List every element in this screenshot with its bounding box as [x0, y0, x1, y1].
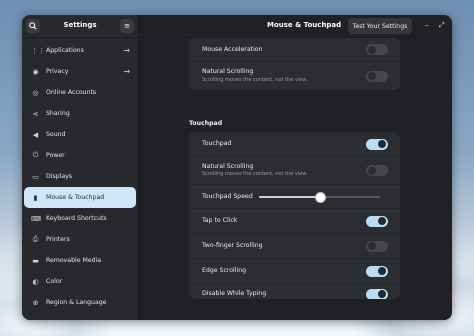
setting-label: Natural Scrolling: [202, 68, 254, 75]
setting-row-natural-scrolling: Natural Scrolling Scrolling moves the con…: [189, 62, 400, 90]
setting-label: Touchpad: [202, 140, 232, 147]
sidebar-item-displays[interactable]: ▭ Displays: [24, 166, 136, 187]
sidebar-item-label: Privacy: [46, 68, 69, 75]
sidebar-item-keyboard-shortcuts[interactable]: ⌨ Keyboard Shortcuts: [24, 208, 136, 229]
setting-label: Edge Scrolling: [202, 267, 247, 274]
sidebar-item-label: Displays: [46, 173, 73, 180]
minimize-icon[interactable]: –: [425, 21, 429, 29]
sidebar-item-label: Region & Language: [46, 299, 107, 306]
power-icon: ⏻: [32, 151, 39, 159]
settings-window: Settings ≡ ⋮⋮ Applications → ◉ Privacy → ◎ Onli…: [22, 15, 452, 320]
sidebar-item-label: Printers: [46, 236, 70, 243]
printer-icon: ⎙: [32, 235, 39, 243]
slider-handle[interactable]: [314, 191, 326, 203]
sidebar-item-online-accounts[interactable]: ◎ Online Accounts: [24, 82, 136, 103]
mouse-icon: ▮: [33, 193, 38, 202]
sidebar-header: Settings ≡: [22, 15, 138, 38]
sidebar-item-color[interactable]: ◐ Color: [24, 271, 136, 292]
setting-row-tap-to-click: Tap to Click: [189, 209, 400, 234]
toggle-switch[interactable]: [366, 44, 388, 55]
hamburger-menu-icon: ≡: [124, 22, 130, 30]
online-accounts-icon: ◎: [32, 88, 39, 97]
removable-media-icon: ▬: [32, 256, 39, 265]
sidebar-item-label: Removable Media: [46, 257, 102, 264]
setting-description: Scrolling moves the content, not the vie…: [202, 76, 308, 83]
setting-row-edge-scrolling: Edge Scrolling: [189, 259, 400, 284]
page-title: Mouse & Touchpad: [267, 21, 342, 29]
toggle-switch[interactable]: [366, 288, 388, 299]
setting-label: Disable While Typing: [202, 290, 267, 297]
touchpad-speed-slider[interactable]: [259, 191, 380, 203]
sidebar-item-power[interactable]: ⏻ Power: [24, 145, 136, 166]
sidebar-item-label: Power: [46, 152, 65, 159]
setting-label: Touchpad Speed: [202, 192, 253, 200]
arrow-right-icon: →: [123, 67, 130, 76]
sidebar-item-printers[interactable]: ⎙ Printers: [24, 229, 136, 250]
color-icon: ◐: [32, 277, 39, 286]
setting-row-natural-scrolling: Natural Scrolling Scrolling moves the con…: [189, 157, 400, 185]
test-settings-button[interactable]: Test Your Settings: [348, 18, 412, 34]
toggle-switch[interactable]: [366, 215, 388, 227]
apps-grid-icon: ⋮⋮: [31, 46, 45, 55]
sidebar-item-label: Sound: [46, 131, 66, 138]
sidebar-item-label: Sharing: [46, 110, 70, 117]
sidebar-item-accessibility[interactable]: ☺Accessibility: [24, 313, 136, 321]
maximize-icon[interactable]: ⤢: [439, 21, 445, 30]
sidebar: Settings ≡ ⋮⋮ Applications → ◉ Privacy → ◎ Onli…: [22, 15, 139, 320]
mouse-panel: Mouse Acceleration Natural Scrolling Scrol…: [189, 38, 400, 90]
toggle-switch[interactable]: [366, 70, 388, 82]
toggle-switch[interactable]: [366, 165, 388, 176]
sidebar-item-sharing[interactable]: ⋖ Sharing: [24, 103, 136, 124]
toggle-knob: [368, 45, 376, 54]
sidebar-item-privacy[interactable]: ◉ Privacy →: [24, 61, 136, 82]
sidebar-item-label: Keyboard Shortcuts: [46, 215, 107, 222]
sidebar-item-removable-media[interactable]: ▬ Removable Media: [24, 250, 136, 271]
toggle-knob: [368, 242, 376, 250]
setting-row-touchpad: Touchpad: [189, 132, 400, 157]
setting-label: Tap to Click: [202, 217, 238, 224]
toggle-knob: [378, 290, 386, 298]
toggle-switch[interactable]: [366, 138, 388, 150]
keyboard-icon: ⌨: [31, 214, 42, 223]
setting-label: Mouse Acceleration: [202, 45, 263, 53]
sidebar-item-region-language[interactable]: ⊕ Region & Language: [24, 292, 136, 313]
displays-icon: ▭: [32, 172, 39, 181]
toggle-knob: [378, 267, 386, 275]
main-header: Mouse & Touchpad Test Your Settings – ⤢ …: [139, 15, 452, 38]
setting-label: Natural Scrolling: [202, 162, 254, 170]
menu-button[interactable]: ≡: [120, 19, 134, 33]
sidebar-list: ⋮⋮ Applications → ◉ Privacy → ◎ Online Accounts…: [22, 38, 138, 320]
arrow-right-icon: →: [123, 46, 130, 55]
touchpad-panel: Touchpad Natural Scrolling Scrolling moves…: [189, 132, 400, 299]
sharing-icon: ⋖: [32, 109, 39, 118]
setting-description: Scrolling moves the content, not the vie…: [202, 171, 308, 177]
sidebar-item-mouse-touchpad[interactable]: ▮ Mouse & Touchpad: [24, 187, 136, 208]
toggle-knob: [378, 217, 386, 225]
setting-row-touchpad-speed: Touchpad Speed: [189, 185, 400, 209]
sound-icon: ◀: [32, 130, 39, 139]
toggle-switch[interactable]: [366, 265, 388, 277]
touchpad-section-label: Touchpad: [189, 120, 223, 127]
toggle-knob: [378, 140, 386, 148]
sidebar-item-label: Online Accounts: [46, 89, 97, 96]
setting-row-mouse-acceleration: Mouse Acceleration: [189, 38, 400, 62]
sidebar-item-label: Color: [46, 278, 63, 285]
setting-label: Two-finger Scrolling: [202, 242, 263, 249]
toggle-knob: [368, 166, 376, 175]
sidebar-item-label: Applications: [46, 47, 84, 54]
accessibility-icon: ☺: [31, 320, 40, 321]
privacy-icon: ◉: [32, 67, 39, 76]
sidebar-item-label: Mouse & Touchpad: [46, 194, 105, 201]
setting-row-two-finger-scrolling: Two-finger Scrolling: [189, 234, 400, 259]
main-content: Mouse & Touchpad Test Your Settings – ⤢ …: [139, 15, 452, 320]
setting-row-disable-while-typing: Disable While Typing: [189, 284, 400, 299]
slider-fill: [259, 195, 320, 198]
toggle-switch[interactable]: [366, 240, 388, 252]
sidebar-item-sound[interactable]: ◀ Sound: [24, 124, 136, 145]
sidebar-item-applications[interactable]: ⋮⋮ Applications →: [24, 40, 136, 61]
region-icon: ⊕: [32, 298, 39, 307]
toggle-knob: [368, 72, 376, 80]
